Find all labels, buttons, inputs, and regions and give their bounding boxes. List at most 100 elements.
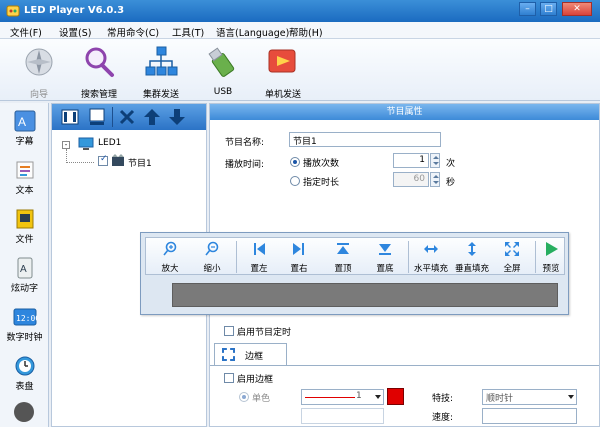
menu-bar: 文件(F) 设置(S) 常用命令(C) 工具(T) 语言(Language) 帮… xyxy=(0,22,600,39)
text-icon xyxy=(16,161,33,179)
fill-horizontal-button[interactable]: 水平填充 xyxy=(411,238,451,276)
zoom-out-button[interactable]: 缩小 xyxy=(192,238,232,276)
effect-value: 顺时针 xyxy=(486,394,514,404)
preview-toolbar-window: 放大 缩小 置左 置右 置顶 置底 水平填充 垂直填充 全屏 预览 xyxy=(140,232,569,315)
tree-line xyxy=(66,149,67,163)
align-bottom-label: 置底 xyxy=(376,264,394,274)
main-toolbar: 向导 搜索管理 集群发送 USB 单机发送 xyxy=(0,39,600,101)
fullscreen-icon xyxy=(505,242,519,256)
tree-collapse-toggle[interactable]: - xyxy=(62,141,70,149)
zoom-in-button[interactable]: 放大 xyxy=(150,238,190,276)
toolbar-separator xyxy=(112,107,113,127)
program-name-label: 节目名称: xyxy=(225,138,265,148)
maximize-button[interactable]: □ xyxy=(540,2,557,16)
align-top-button[interactable]: 置顶 xyxy=(323,238,363,276)
single-color-label: 单色 xyxy=(252,394,271,404)
border-icon xyxy=(222,348,235,361)
properties-header: 节目属性 xyxy=(210,104,599,120)
effect-dropdown[interactable]: 顺时针 xyxy=(482,389,577,405)
speed-dropdown[interactable] xyxy=(482,408,577,424)
align-right-button[interactable]: 置右 xyxy=(279,238,319,276)
menu-help[interactable]: 帮助(H) xyxy=(289,25,323,39)
menu-tools[interactable]: 工具(T) xyxy=(172,25,204,39)
duration-label: 指定时长 xyxy=(303,178,340,188)
usb-drive-icon xyxy=(208,47,235,77)
tree-line xyxy=(66,162,94,163)
tree-node-program1[interactable]: 节目1 xyxy=(128,156,152,169)
play-time-label: 播放时间: xyxy=(225,160,265,170)
title-bar: LED Player V6.0.3 – □ ✕ xyxy=(0,0,600,22)
align-left-icon xyxy=(254,243,265,255)
program-name-input[interactable]: 节目1 xyxy=(289,132,441,147)
send-icon xyxy=(268,49,296,73)
preview-label: 预览 xyxy=(542,264,560,274)
duration-stepper[interactable] xyxy=(430,172,440,187)
zoom-in-icon xyxy=(163,241,177,256)
menu-language[interactable]: 语言(Language) xyxy=(216,25,289,39)
duration-input[interactable]: 60 xyxy=(393,172,429,187)
menu-settings[interactable]: 设置(S) xyxy=(59,25,91,39)
play-count-stepper[interactable] xyxy=(430,153,440,168)
enable-timer-checkbox[interactable] xyxy=(224,326,234,336)
add-screen-icon[interactable] xyxy=(60,107,80,127)
preview-toolbar-buttons: 放大 缩小 置左 置右 置顶 置底 水平填充 垂直填充 全屏 预览 xyxy=(145,237,565,275)
svg-text:A: A xyxy=(20,264,27,275)
tab-border-label: 边框 xyxy=(245,352,264,362)
second-style-dropdown[interactable] xyxy=(301,408,384,424)
tree-toolbar xyxy=(52,104,206,130)
preview-button[interactable]: 预览 xyxy=(531,238,571,276)
window-title: LED Player V6.0.3 xyxy=(24,5,125,16)
menu-commands[interactable]: 常用命令(C) xyxy=(107,25,159,39)
close-button[interactable]: ✕ xyxy=(562,2,592,16)
tab-divider xyxy=(210,365,599,366)
single-color-radio[interactable] xyxy=(239,392,249,402)
sidebar-item-digital-clock[interactable]: 12:00 数字时钟 xyxy=(0,301,49,349)
single-send-button[interactable]: 单机发送 xyxy=(248,43,318,100)
search-manage-label: 搜索管理 xyxy=(80,90,117,100)
tree-node-led1[interactable]: LED1 xyxy=(98,138,121,148)
move-down-icon[interactable] xyxy=(167,107,187,127)
align-bottom-button[interactable]: 置底 xyxy=(365,238,405,276)
sidebar-label-animated-text: 炫动字 xyxy=(10,284,38,294)
more-item-icon[interactable] xyxy=(14,402,34,422)
line-width-value: 1 xyxy=(356,391,362,401)
align-bottom-icon xyxy=(379,244,391,255)
digital-clock-icon: 12:00 xyxy=(13,308,37,326)
move-up-icon[interactable] xyxy=(142,107,162,127)
menu-file[interactable]: 文件(F) xyxy=(10,25,42,39)
element-sidebar: A 字幕 文本 文件 A 炫动字 12:00 数字时钟 xyxy=(0,103,49,427)
zoom-out-label: 缩小 xyxy=(203,264,221,274)
file-icon xyxy=(16,209,33,229)
svg-text:A: A xyxy=(18,115,26,129)
magnifier-icon xyxy=(85,47,114,77)
border-color-swatch[interactable] xyxy=(387,388,404,405)
effect-label: 特技: xyxy=(432,394,454,404)
sidebar-item-text[interactable]: 文本 xyxy=(0,154,49,202)
duration-radio[interactable] xyxy=(290,176,300,186)
enable-border-checkbox[interactable] xyxy=(224,373,234,383)
sidebar-item-dial[interactable]: 表盘 xyxy=(0,350,49,398)
enable-border-label: 启用边框 xyxy=(237,375,274,385)
subtitle-icon: A xyxy=(14,110,35,132)
animated-text-icon: A xyxy=(17,257,32,279)
led-preview-area[interactable] xyxy=(172,283,558,307)
dial-clock-icon xyxy=(15,356,34,376)
add-program-icon[interactable] xyxy=(87,107,107,127)
cluster-send-button[interactable]: 集群发送 xyxy=(126,43,196,100)
line-style-dropdown[interactable]: 1 xyxy=(301,389,384,405)
delete-icon[interactable] xyxy=(117,107,137,127)
sidebar-item-subtitle[interactable]: A 字幕 xyxy=(0,105,49,153)
sidebar-item-animated-text[interactable]: A 炫动字 xyxy=(0,252,49,300)
play-count-input[interactable]: 1 xyxy=(393,153,429,168)
tab-border[interactable]: 边框 xyxy=(214,343,287,365)
sidebar-item-file[interactable]: 文件 xyxy=(0,203,49,251)
play-count-radio[interactable] xyxy=(290,157,300,167)
film-icon xyxy=(112,154,124,166)
compass-icon xyxy=(25,48,53,76)
play-count-label: 播放次数 xyxy=(303,159,340,169)
speed-label: 速度: xyxy=(432,413,454,423)
count-unit-label: 次 xyxy=(446,159,456,169)
program-checkbox[interactable]: ✓ xyxy=(98,154,108,166)
search-manage-button[interactable]: 搜索管理 xyxy=(64,43,134,100)
minimize-button[interactable]: – xyxy=(519,2,536,16)
